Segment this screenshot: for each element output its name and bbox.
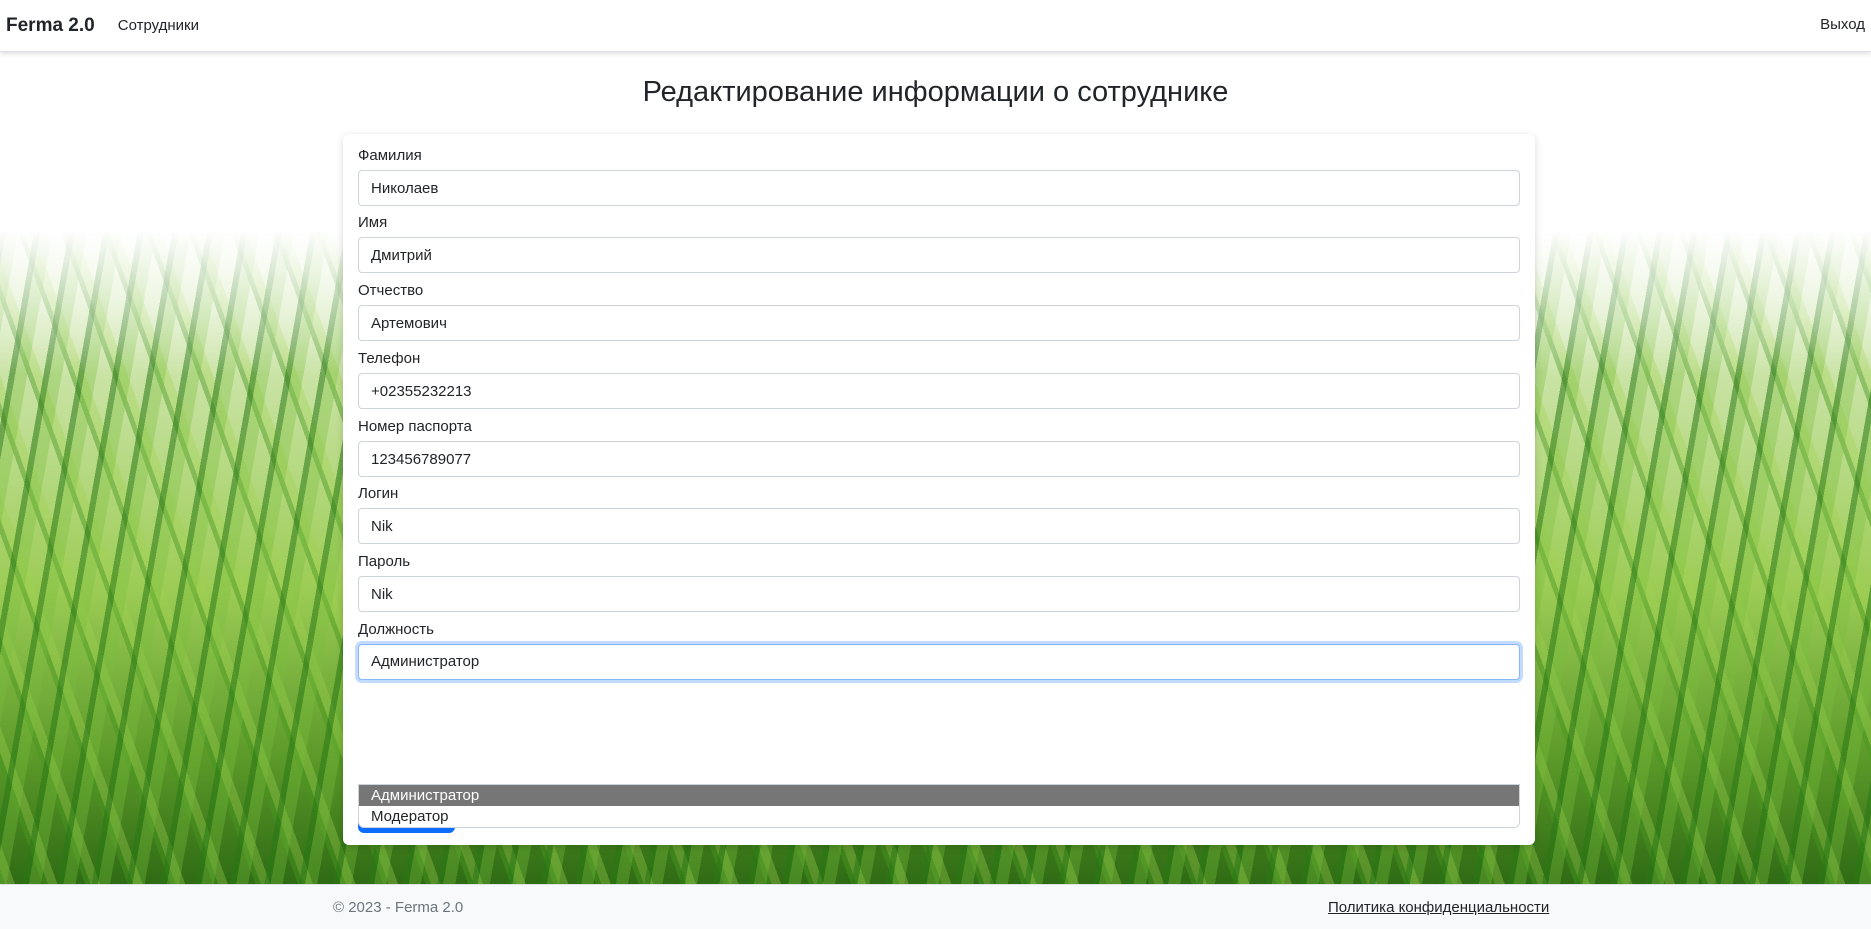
- position-label: Должность: [358, 621, 434, 638]
- first-name-label: Имя: [358, 214, 388, 231]
- password-label: Пароль: [358, 553, 411, 570]
- field-patronymic: Отчество: [358, 269, 1520, 341]
- field-passport: Номер паспорта: [358, 405, 1520, 477]
- field-login: Логин: [358, 472, 1520, 544]
- field-phone: Телефон: [358, 337, 1520, 409]
- field-last-name: Фамилия: [358, 134, 1520, 206]
- footer-copyright: © 2023 - Ferma 2.0: [333, 899, 464, 916]
- nav-link-employees[interactable]: Сотрудники: [118, 17, 199, 34]
- phone-input[interactable]: [358, 373, 1520, 409]
- page-title: Редактирование информации о сотруднике: [642, 76, 1229, 108]
- passport-label: Номер паспорта: [358, 418, 472, 435]
- navbar: Ferma 2.0 Сотрудники Выход: [0, 0, 1871, 52]
- login-label: Логин: [358, 485, 399, 502]
- brand-link[interactable]: Ferma 2.0: [6, 15, 95, 37]
- privacy-policy-link[interactable]: Политика конфиденциальности: [1328, 899, 1549, 916]
- phone-label: Телефон: [358, 350, 421, 367]
- position-dropdown-list: Администратор Модератор: [358, 784, 1520, 828]
- field-first-name: Имя: [358, 201, 1520, 273]
- patronymic-input[interactable]: [358, 305, 1520, 341]
- page: Ferma 2.0 Сотрудники Выход Редактировани…: [0, 0, 1871, 929]
- employee-edit-form: Фамилия Имя Отчество Телефон Номер паспо…: [343, 134, 1535, 845]
- field-password: Пароль: [358, 540, 1520, 612]
- password-input[interactable]: [358, 576, 1520, 612]
- logout-link[interactable]: Выход: [1820, 16, 1865, 33]
- first-name-input[interactable]: [358, 237, 1520, 273]
- position-select[interactable]: Администратор: [358, 644, 1520, 680]
- footer: © 2023 - Ferma 2.0 Политика конфиденциал…: [0, 884, 1871, 929]
- patronymic-label: Отчество: [358, 282, 424, 299]
- position-option-moderator[interactable]: Модератор: [359, 806, 1519, 827]
- login-input[interactable]: [358, 508, 1520, 544]
- position-option-admin[interactable]: Администратор: [359, 785, 1519, 806]
- field-position: Должность Администратор: [358, 608, 1520, 680]
- last-name-label: Фамилия: [358, 147, 422, 164]
